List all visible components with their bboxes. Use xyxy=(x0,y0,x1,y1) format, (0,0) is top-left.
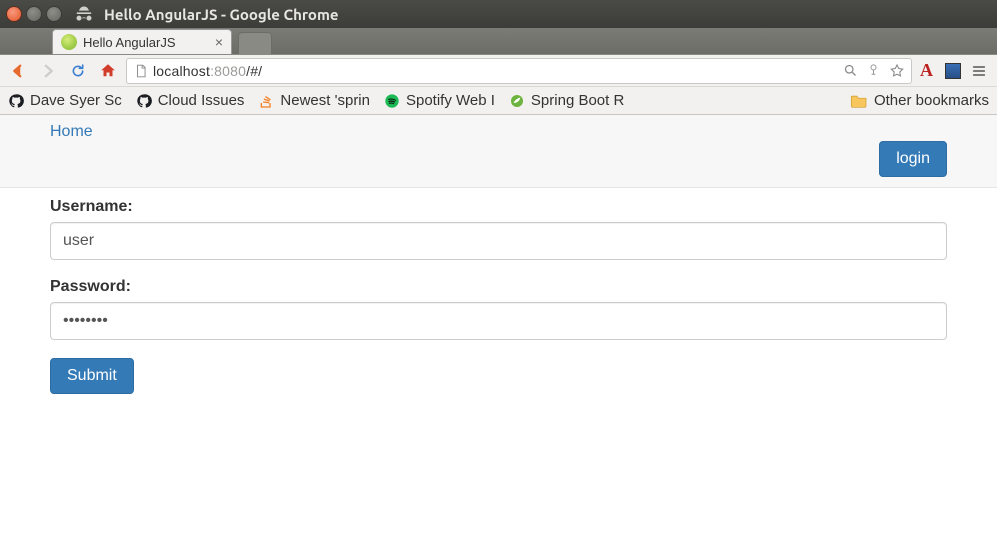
github-icon xyxy=(136,93,152,109)
github-icon xyxy=(8,93,24,109)
window-title: Hello AngularJS - Google Chrome xyxy=(104,6,339,23)
menu-button[interactable] xyxy=(971,63,987,79)
window-maximize-button[interactable] xyxy=(46,6,62,22)
tab-strip: Hello AngularJS × xyxy=(0,28,997,55)
urlbar-actions xyxy=(843,63,905,79)
extension-a-icon[interactable]: A xyxy=(918,60,935,81)
folder-icon xyxy=(850,94,868,108)
permissions-icon[interactable] xyxy=(866,63,881,78)
other-bookmarks[interactable]: Other bookmarks xyxy=(850,92,989,109)
spotify-icon xyxy=(384,93,400,109)
window-controls xyxy=(6,6,62,22)
bookmark-item[interactable]: Newest 'sprin xyxy=(258,92,370,109)
login-button[interactable]: login xyxy=(879,141,947,177)
forward-button[interactable] xyxy=(36,59,60,83)
new-tab-button[interactable] xyxy=(238,32,272,54)
reload-button[interactable] xyxy=(66,59,90,83)
window-minimize-button[interactable] xyxy=(26,6,42,22)
url-text: localhost:8080/#/ xyxy=(153,63,839,79)
page-subheader: Home login xyxy=(0,115,997,188)
spring-icon xyxy=(509,93,525,109)
bookmark-label: Spring Boot R xyxy=(531,92,624,109)
tab-title: Hello AngularJS xyxy=(83,35,176,50)
url-host: localhost xyxy=(153,63,210,79)
url-port: :8080 xyxy=(210,63,246,79)
bookmarks-bar: Dave Syer Sc Cloud Issues Newest 'sprin … xyxy=(0,87,997,115)
zoom-icon[interactable] xyxy=(843,63,858,78)
page-content: Home login Username: Password: Submit xyxy=(0,115,997,404)
bookmark-item[interactable]: Dave Syer Sc xyxy=(8,92,122,109)
bookmark-label: Spotify Web I xyxy=(406,92,495,109)
bookmark-label: Cloud Issues xyxy=(158,92,245,109)
username-input[interactable] xyxy=(50,222,947,260)
favicon-icon xyxy=(61,34,77,50)
address-bar[interactable]: localhost:8080/#/ xyxy=(126,58,912,84)
bookmark-item[interactable]: Spring Boot R xyxy=(509,92,624,109)
browser-tab[interactable]: Hello AngularJS × xyxy=(52,29,232,54)
password-label: Password: xyxy=(50,278,947,296)
nav-home-link[interactable]: Home xyxy=(50,123,93,141)
browser-toolbar: localhost:8080/#/ A xyxy=(0,55,997,87)
username-label: Username: xyxy=(50,198,947,216)
bookmark-item[interactable]: Cloud Issues xyxy=(136,92,245,109)
bookmark-label: Dave Syer Sc xyxy=(30,92,122,109)
window-titlebar: Hello AngularJS - Google Chrome xyxy=(0,0,997,28)
password-input[interactable] xyxy=(50,302,947,340)
tab-close-button[interactable]: × xyxy=(215,34,223,50)
bookmark-item[interactable]: Spotify Web I xyxy=(384,92,495,109)
login-form: Username: Password: Submit xyxy=(0,188,997,404)
submit-button[interactable]: Submit xyxy=(50,358,134,394)
url-path: /#/ xyxy=(246,63,262,79)
home-button[interactable] xyxy=(96,59,120,83)
incognito-icon xyxy=(74,4,94,24)
toolbar-right: A xyxy=(918,60,991,81)
bookmark-label: Newest 'sprin xyxy=(280,92,370,109)
extension-swatch-icon[interactable] xyxy=(945,63,961,79)
bookmark-star-icon[interactable] xyxy=(889,63,905,79)
window-close-button[interactable] xyxy=(6,6,22,22)
page-info-icon[interactable] xyxy=(133,63,149,79)
other-bookmarks-label: Other bookmarks xyxy=(874,92,989,109)
back-button[interactable] xyxy=(6,59,30,83)
stackoverflow-icon xyxy=(258,93,274,109)
